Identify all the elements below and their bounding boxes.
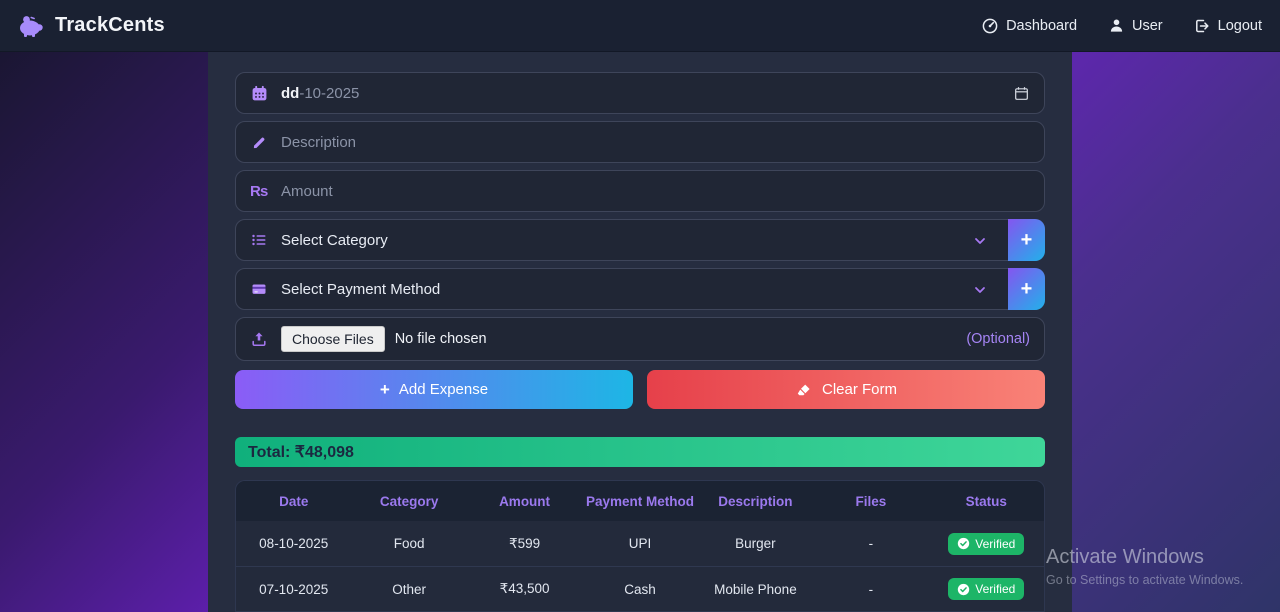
nav-user-label: User <box>1132 18 1163 34</box>
cell-description: Burger <box>698 536 813 551</box>
cell-payment: UPI <box>582 536 697 551</box>
cell-date: 08-10-2025 <box>236 536 351 551</box>
logout-icon <box>1193 18 1211 34</box>
table-row: 08-10-2025 Food ₹599 UPI Burger - Verifi… <box>236 521 1044 566</box>
speedometer-icon <box>981 18 999 34</box>
description-input[interactable]: Description <box>235 121 1045 163</box>
date-input[interactable]: dd-10-2025 <box>235 72 1045 114</box>
col-files: Files <box>813 494 928 509</box>
pencil-icon <box>250 135 268 150</box>
nav-logout-label: Logout <box>1218 18 1262 34</box>
cell-description: Mobile Phone <box>698 582 813 597</box>
payment-method-select[interactable]: Select Payment Method + <box>235 268 1045 310</box>
add-expense-button[interactable]: + Add Expense <box>235 370 633 409</box>
chevron-down-icon <box>972 282 988 302</box>
file-upload-row: Choose Files No file chosen (Optional) <box>235 317 1045 361</box>
col-description: Description <box>698 494 813 509</box>
expense-table: Date Category Amount Payment Method Desc… <box>235 480 1045 612</box>
category-select-label: Select Category <box>281 232 388 249</box>
list-icon <box>250 232 268 248</box>
nav-dashboard-label: Dashboard <box>1006 18 1077 34</box>
user-icon <box>1107 18 1125 33</box>
nav-items: Dashboard User Logout <box>981 18 1262 34</box>
clear-form-button[interactable]: Clear Form <box>647 370 1045 409</box>
total-bar: Total: ₹48,098 <box>235 437 1045 467</box>
add-category-button[interactable]: + <box>1008 219 1045 261</box>
file-status-text: No file chosen <box>395 331 487 347</box>
nav-dashboard[interactable]: Dashboard <box>981 18 1077 34</box>
brand[interactable]: TrackCents <box>18 14 165 38</box>
table-header: Date Category Amount Payment Method Desc… <box>236 481 1044 521</box>
nav-user[interactable]: User <box>1107 18 1163 34</box>
add-payment-method-button[interactable]: + <box>1008 268 1045 310</box>
cell-date: 07-10-2025 <box>236 582 351 597</box>
cell-amount: ₹599 <box>467 536 582 552</box>
col-status: Status <box>929 494 1044 509</box>
chevron-down-icon <box>972 233 988 253</box>
cell-files: - <box>813 536 928 551</box>
main-container: dd-10-2025 Description ₨ Amount <box>208 52 1072 612</box>
status-label: Verified <box>975 582 1015 596</box>
date-picker-indicator-icon[interactable] <box>1012 86 1030 101</box>
nav-logout[interactable]: Logout <box>1193 18 1262 34</box>
col-amount: Amount <box>467 494 582 509</box>
cell-category: Other <box>351 582 466 597</box>
cell-payment: Cash <box>582 582 697 597</box>
payment-select-label: Select Payment Method <box>281 281 440 298</box>
check-circle-icon <box>957 537 970 550</box>
check-circle-icon <box>957 583 970 596</box>
navbar: TrackCents Dashboard User <box>0 0 1280 52</box>
status-badge: Verified <box>948 533 1024 555</box>
status-label: Verified <box>975 537 1015 551</box>
cell-category: Food <box>351 536 466 551</box>
eraser-icon <box>795 382 813 398</box>
amount-placeholder: Amount <box>281 183 333 200</box>
watermark-title: Activate Windows <box>1046 546 1243 569</box>
upload-icon <box>250 331 268 347</box>
total-label: Total: ₹48,098 <box>248 442 354 462</box>
piggy-bank-logo-icon <box>18 14 45 38</box>
amount-input[interactable]: ₨ Amount <box>235 170 1045 212</box>
brand-title: TrackCents <box>55 14 165 37</box>
optional-label: (Optional) <box>966 331 1030 347</box>
action-buttons: + Add Expense Clear Form <box>235 370 1045 409</box>
col-date: Date <box>236 494 351 509</box>
cell-files: - <box>813 582 928 597</box>
cell-amount: ₹43,500 <box>467 581 582 597</box>
table-row: 07-10-2025 Other ₹43,500 Cash Mobile Pho… <box>236 566 1044 611</box>
date-value: dd-10-2025 <box>281 85 359 102</box>
clear-form-label: Clear Form <box>822 381 897 398</box>
col-payment-method: Payment Method <box>582 494 697 509</box>
watermark-subtitle: Go to Settings to activate Windows. <box>1046 573 1243 587</box>
rupee-icon: ₨ <box>250 183 268 200</box>
add-expense-label: Add Expense <box>399 381 488 398</box>
description-placeholder: Description <box>281 134 356 151</box>
calendar-icon <box>250 85 268 102</box>
credit-card-icon <box>250 281 268 297</box>
col-category: Category <box>351 494 466 509</box>
plus-icon: + <box>380 380 390 400</box>
choose-files-button[interactable]: Choose Files <box>281 326 385 352</box>
windows-activation-watermark: Activate Windows Go to Settings to activ… <box>1046 546 1243 587</box>
category-select[interactable]: Select Category + <box>235 219 1045 261</box>
status-badge: Verified <box>948 578 1024 600</box>
